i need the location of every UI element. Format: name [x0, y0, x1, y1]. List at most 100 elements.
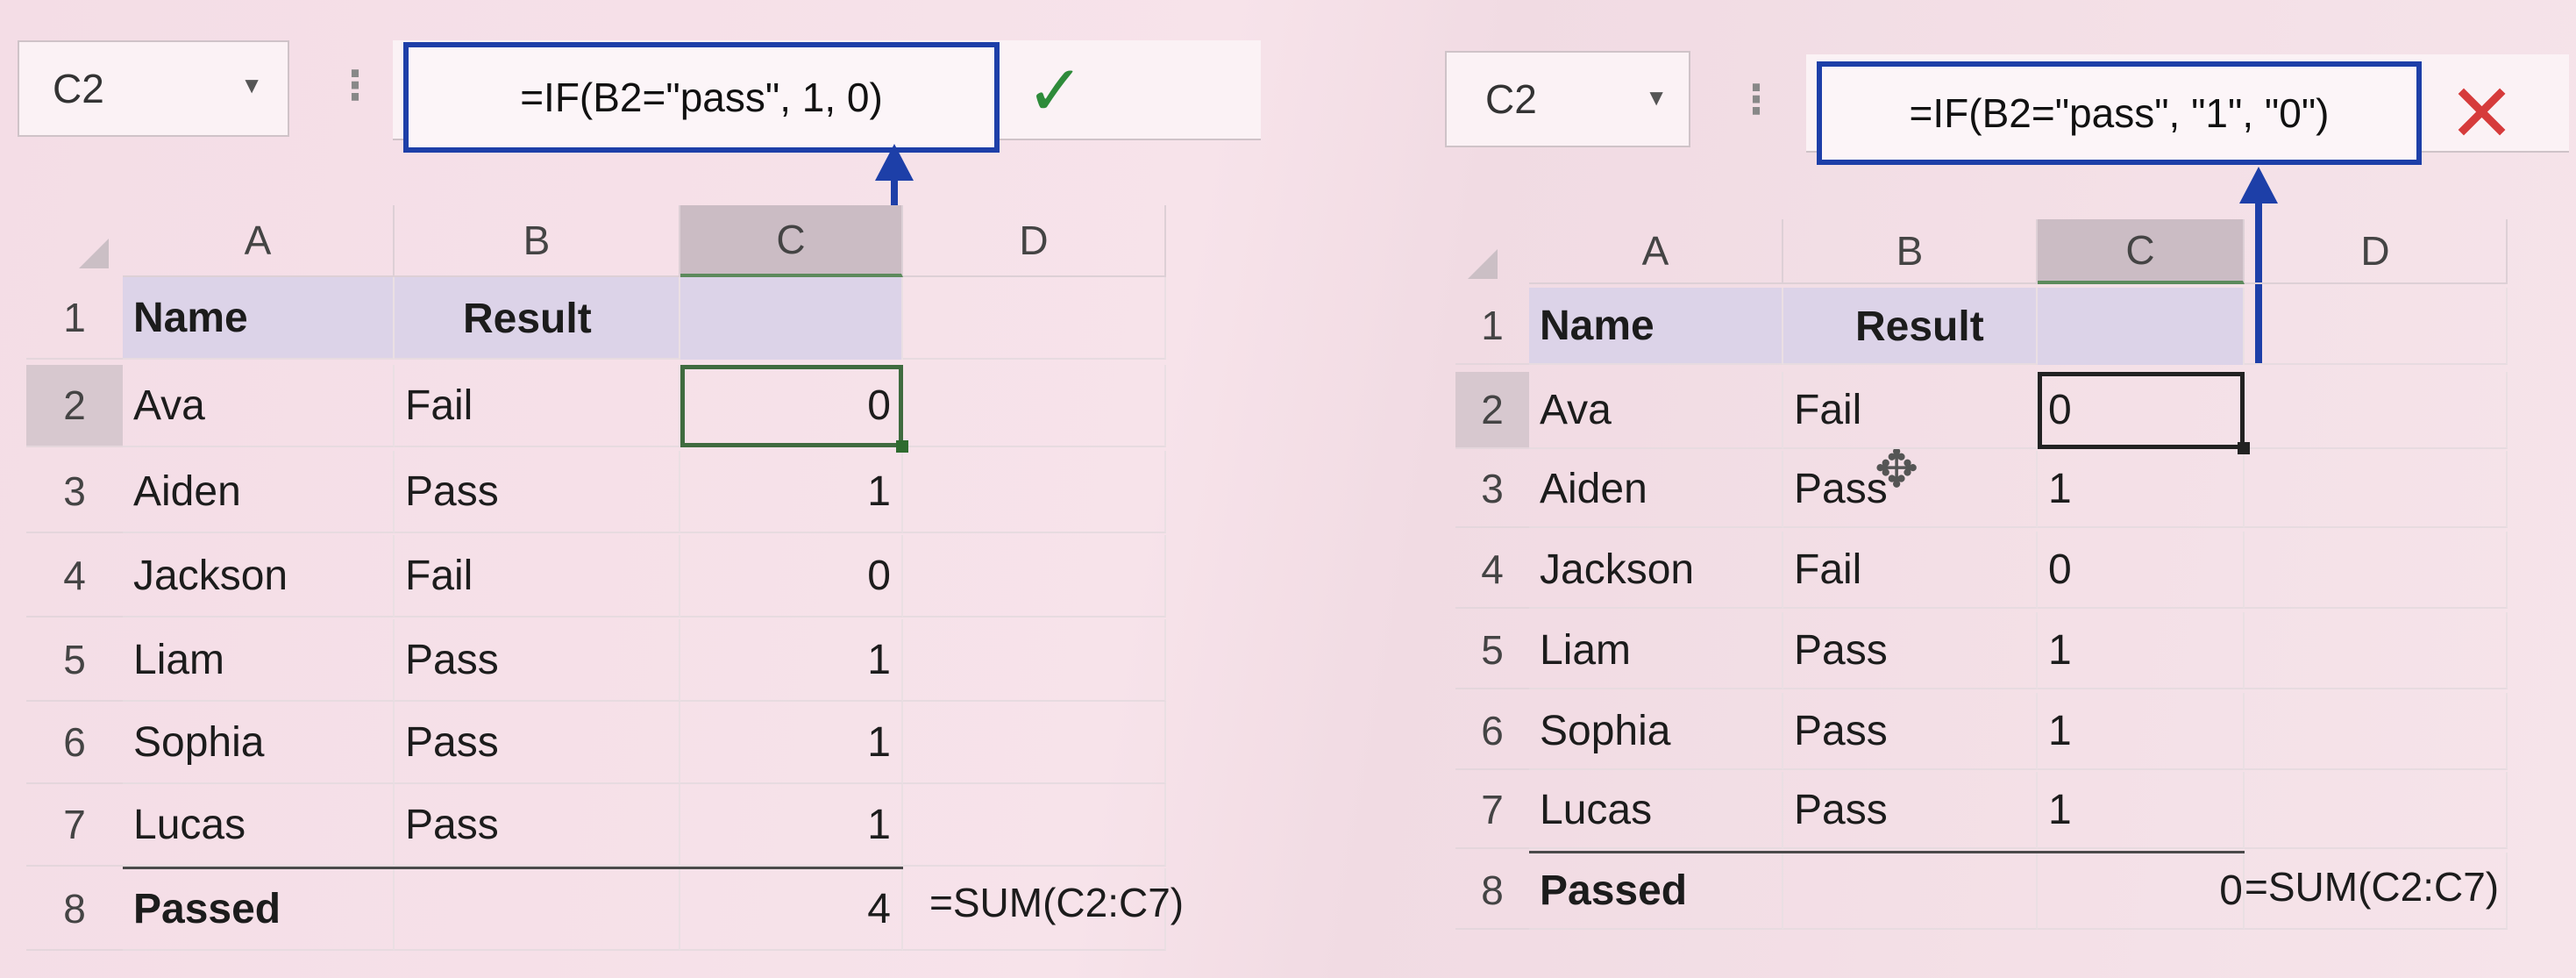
cell-b8[interactable] [1783, 853, 2038, 930]
cell-a1[interactable]: Name [1529, 288, 1783, 365]
cell-c7[interactable]: 1 [680, 784, 903, 867]
cell-d6[interactable] [903, 702, 1166, 784]
cell-a4[interactable]: Jackson [123, 535, 395, 617]
row-header-8[interactable]: 8 [26, 868, 123, 951]
formula-text: =IF(B2="pass", 1, 0) [520, 75, 883, 120]
row-header-6[interactable]: 6 [1455, 693, 1529, 770]
column-header-d[interactable]: D [903, 205, 1166, 277]
row-header-1[interactable]: 1 [26, 277, 123, 360]
cell-c6[interactable]: 1 [2038, 693, 2245, 770]
total-divider [1529, 851, 2245, 853]
row-header-4[interactable]: 4 [26, 535, 123, 617]
column-header-c[interactable]: C [680, 205, 903, 277]
cell-d3[interactable] [2245, 451, 2508, 528]
cell-a7[interactable]: Lucas [1529, 772, 1783, 849]
cell-a8[interactable]: Passed [123, 868, 395, 951]
cell-b6[interactable]: Pass [1783, 693, 2038, 770]
cell-d7[interactable] [2245, 772, 2508, 849]
cell-b6[interactable]: Pass [395, 702, 680, 784]
sum-formula-annotation: =SUM(C2:C7) [929, 880, 1185, 925]
cell-a6[interactable]: Sophia [123, 702, 395, 784]
cell-c8[interactable]: 4 [680, 868, 903, 951]
cell-a2[interactable]: Ava [1529, 372, 1783, 449]
row-header-3[interactable]: 3 [1455, 451, 1529, 528]
cell-c5[interactable]: 1 [2038, 612, 2245, 689]
cell-a5[interactable]: Liam [1529, 612, 1783, 689]
cell-d6[interactable] [2245, 693, 2508, 770]
cell-a3[interactable]: Aiden [1529, 451, 1783, 528]
cell-d4[interactable] [2245, 532, 2508, 609]
cell-d1[interactable] [903, 277, 1166, 360]
cell-a4[interactable]: Jackson [1529, 532, 1783, 609]
cell-c1[interactable]: Result [1845, 288, 2245, 365]
formula-bar-handle[interactable]: ⋮ [1736, 75, 1776, 123]
row-header-1[interactable]: 1 [1455, 288, 1529, 365]
cell-d4[interactable] [903, 535, 1166, 617]
cell-c5[interactable]: 1 [680, 619, 903, 702]
row-header-2[interactable]: 2 [1455, 372, 1529, 449]
row-header-6[interactable]: 6 [26, 702, 123, 784]
cell-b7[interactable]: Pass [1783, 772, 2038, 849]
column-header-b[interactable]: B [395, 205, 680, 277]
column-header-a[interactable]: A [123, 205, 395, 277]
cell-a8[interactable]: Passed [1529, 853, 1783, 930]
row-header-5[interactable]: 5 [26, 619, 123, 702]
select-all-corner[interactable] [61, 202, 114, 274]
cell-a5[interactable]: Liam [123, 619, 395, 702]
selected-cell[interactable] [2038, 372, 2245, 449]
fill-handle[interactable] [896, 440, 908, 453]
formula-bar-handle[interactable]: ⋮ [335, 61, 375, 109]
cell-c4[interactable]: 0 [680, 535, 903, 617]
cell-a7[interactable]: Lucas [123, 784, 395, 867]
row-header-5[interactable]: 5 [1455, 612, 1529, 689]
cell-a2[interactable]: Ava [123, 365, 395, 447]
cell-c1[interactable]: Result [452, 277, 903, 360]
cell-a6[interactable]: Sophia [1529, 693, 1783, 770]
cell-b5[interactable]: Pass [395, 619, 680, 702]
cell-b4[interactable]: Fail [1783, 532, 2038, 609]
column-header-b[interactable]: B [1783, 219, 2038, 284]
chevron-down-icon[interactable]: ▼ [1645, 84, 1668, 111]
cell-c8[interactable]: 0 [2038, 853, 2245, 930]
cell-a3[interactable]: Aiden [123, 451, 395, 533]
cell-b5[interactable]: Pass [1783, 612, 2038, 689]
cell-c7[interactable]: 1 [2038, 772, 2245, 849]
cell-d2[interactable] [903, 365, 1166, 447]
fill-handle[interactable] [2238, 442, 2250, 454]
cell-d5[interactable] [903, 619, 1166, 702]
column-header-d[interactable]: D [2245, 219, 2508, 284]
formula-highlight-box[interactable]: =IF(B2="pass", 1, 0) [403, 42, 1000, 153]
cell-d1[interactable] [2245, 288, 2508, 365]
cell-b3[interactable]: Pass [1783, 451, 2038, 528]
row-header-7[interactable]: 7 [1455, 772, 1529, 849]
cell-c3[interactable]: 1 [2038, 451, 2245, 528]
cell-b4[interactable]: Fail [395, 535, 680, 617]
column-header-a[interactable]: A [1529, 219, 1783, 284]
row-header-7[interactable]: 7 [26, 784, 123, 867]
cell-d5[interactable] [2245, 612, 2508, 689]
select-all-corner[interactable] [1447, 219, 1503, 284]
name-box[interactable]: C2 ▼ [1445, 51, 1690, 147]
column-header-c[interactable]: C [2038, 219, 2245, 284]
cell-b2[interactable]: Fail [395, 365, 680, 447]
cell-b2[interactable]: Fail [1783, 372, 2038, 449]
row-header-8[interactable]: 8 [1455, 853, 1529, 930]
cell-c3[interactable]: 1 [680, 451, 903, 533]
cell-c4[interactable]: 0 [2038, 532, 2245, 609]
row-header-2[interactable]: 2 [26, 365, 123, 447]
cell-d7[interactable] [903, 784, 1166, 867]
cell-b7[interactable]: Pass [395, 784, 680, 867]
cross-icon: ✕ [2448, 69, 2516, 159]
name-box[interactable]: C2 ▼ [18, 40, 289, 137]
formula-highlight-box[interactable]: =IF(B2="pass", "1", "0") [1817, 61, 2422, 165]
cell-a1[interactable]: Name [123, 277, 395, 360]
cell-b3[interactable]: Pass [395, 451, 680, 533]
cell-d3[interactable] [903, 451, 1166, 533]
cell-b8[interactable] [395, 868, 680, 951]
row-header-4[interactable]: 4 [1455, 532, 1529, 609]
selected-cell[interactable] [680, 365, 903, 447]
cell-c6[interactable]: 1 [680, 702, 903, 784]
chevron-down-icon[interactable]: ▼ [240, 72, 263, 99]
row-header-3[interactable]: 3 [26, 451, 123, 533]
cell-d2[interactable] [2245, 372, 2508, 449]
